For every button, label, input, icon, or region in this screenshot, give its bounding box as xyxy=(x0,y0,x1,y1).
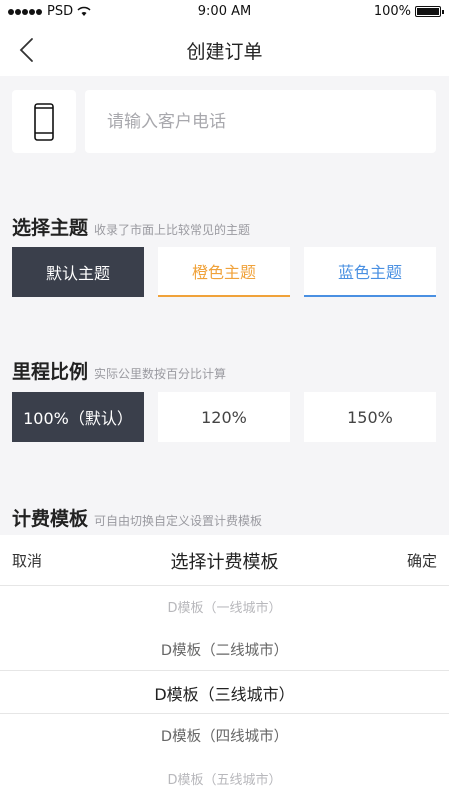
mobile-phone-icon xyxy=(34,102,54,141)
picker-item-tier3[interactable]: D模板（三线城市） xyxy=(0,681,449,705)
mileage-option-150[interactable]: 150% xyxy=(304,392,436,442)
picker-selection-top-line xyxy=(0,670,449,671)
picker-item-tier4[interactable]: D模板（四线城市） xyxy=(0,725,449,746)
theme-option-orange[interactable]: 橙色主题 xyxy=(158,247,290,297)
billing-template-picker: 取消 选择计费模板 确定 D模板（一线城市） D模板（二线城市） D模板（三线城… xyxy=(0,535,449,800)
picker-confirm-button[interactable]: 确定 xyxy=(407,550,437,571)
theme-option-blue[interactable]: 蓝色主题 xyxy=(304,247,436,297)
battery-percent: 100% xyxy=(373,4,411,19)
theme-option-default[interactable]: 默认主题 xyxy=(12,247,144,297)
mileage-option-100[interactable]: 100%（默认） xyxy=(12,392,144,442)
battery-status: 100% xyxy=(373,4,444,19)
status-bar: PSD 9:00 AM 100% xyxy=(0,0,449,24)
theme-section-header: 选择主题 收录了市面上比较常见的主题 xyxy=(12,213,250,240)
customer-phone-input[interactable] xyxy=(85,90,436,153)
billing-section-subtitle: 可自由切换自定义设置计费模板 xyxy=(94,514,263,528)
nav-bar: 创建订单 xyxy=(0,24,449,76)
mileage-section-subtitle: 实际公里数按百分比计算 xyxy=(94,367,227,381)
mileage-section-header: 里程比例 实际公里数按百分比计算 xyxy=(12,357,226,384)
mileage-section-title: 里程比例 xyxy=(12,361,89,383)
theme-section-subtitle: 收录了市面上比较常见的主题 xyxy=(94,223,251,237)
battery-icon xyxy=(415,6,444,17)
picker-header: 取消 选择计费模板 确定 xyxy=(0,535,449,586)
picker-title: 选择计费模板 xyxy=(170,552,279,573)
mileage-option-120[interactable]: 120% xyxy=(158,392,290,442)
picker-item-tier1[interactable]: D模板（一线城市） xyxy=(0,597,449,616)
theme-section-title: 选择主题 xyxy=(12,217,89,239)
billing-section-title: 计费模板 xyxy=(12,508,89,530)
picker-item-tier5[interactable]: D模板（五线城市） xyxy=(0,769,449,788)
page-title: 创建订单 xyxy=(186,41,263,63)
picker-selection-bottom-line xyxy=(0,713,449,714)
phone-icon-box xyxy=(12,90,76,153)
picker-item-tier2[interactable]: D模板（二线城市） xyxy=(0,639,449,660)
billing-section-header: 计费模板 可自由切换自定义设置计费模板 xyxy=(12,504,262,531)
